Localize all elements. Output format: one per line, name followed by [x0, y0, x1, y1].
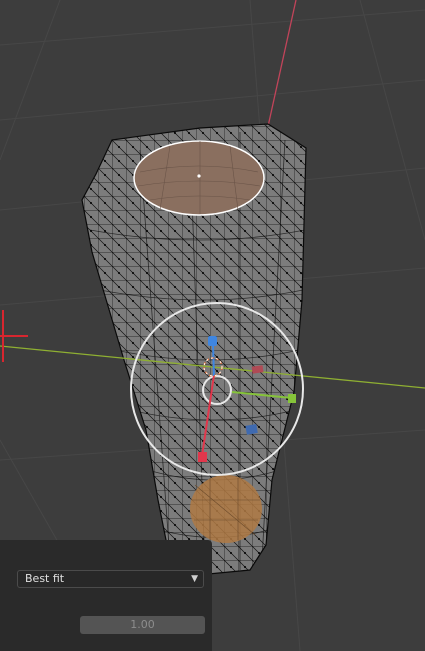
method-select[interactable]: Best fit ▼ [17, 570, 204, 588]
3d-cursor-icon [0, 310, 28, 362]
gizmo-x-handle[interactable] [288, 394, 296, 403]
redo-panel: Best fit ▼ 1.00 [0, 540, 212, 651]
gizmo-y-handle[interactable] [198, 452, 207, 462]
gizmo-z-handle[interactable] [208, 336, 217, 346]
gizmo-xy-plane[interactable] [245, 424, 258, 435]
selected-top-face[interactable] [133, 140, 265, 216]
chevron-down-icon: ▼ [191, 574, 198, 584]
method-select-value: Best fit [25, 572, 65, 585]
selected-bottom-face[interactable] [190, 475, 262, 543]
factor-field[interactable]: 1.00 [80, 616, 205, 634]
